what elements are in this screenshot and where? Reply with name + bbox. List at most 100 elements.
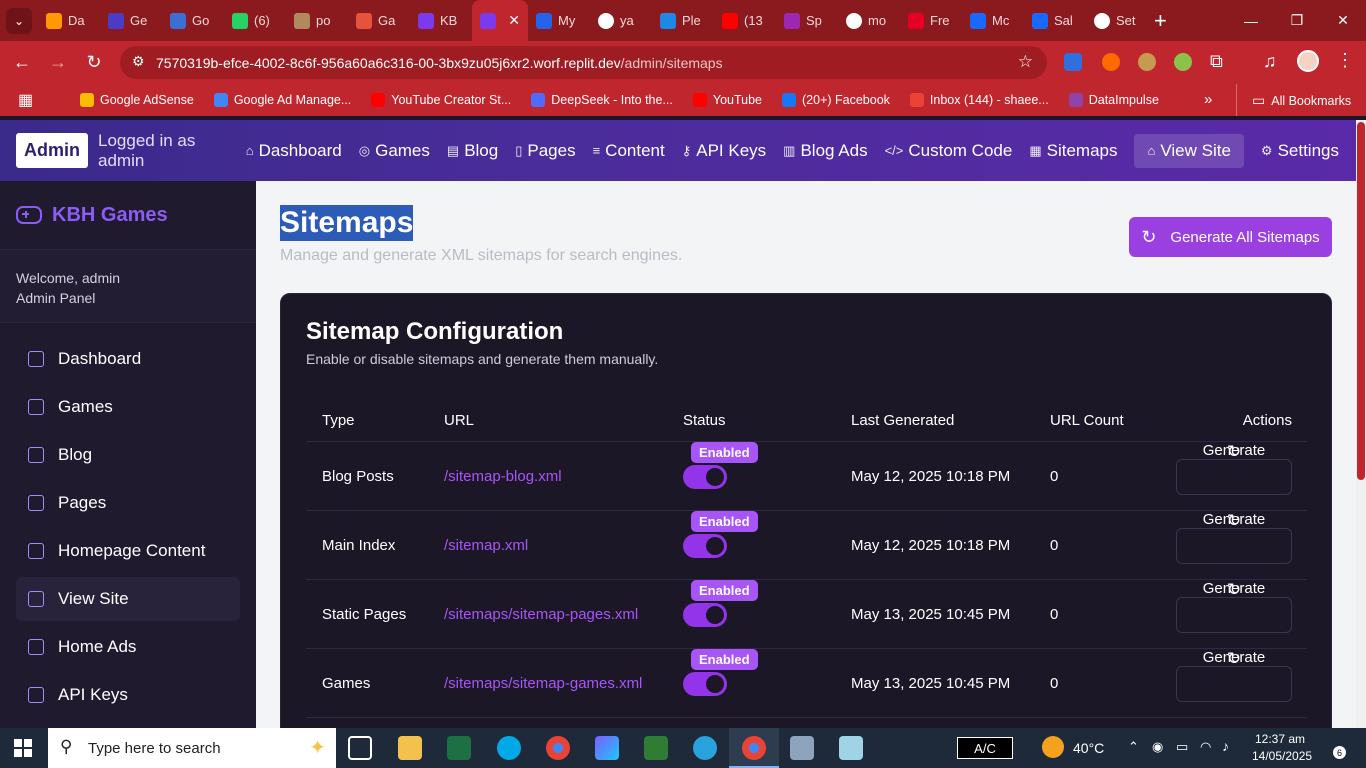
browser-tab[interactable]: Sal (1024, 0, 1086, 41)
sidebar-item-api-keys[interactable]: API Keys (16, 673, 240, 717)
tab-search-button[interactable]: ⌄ (0, 0, 38, 41)
sidebar-item-homepage-content[interactable]: Homepage Content (16, 529, 240, 573)
extensions-puzzle-icon[interactable]: ⧉ (1210, 51, 1223, 72)
browser-tab[interactable]: mo (838, 0, 900, 41)
browser-tab[interactable]: (6) (224, 0, 286, 41)
browser-tab[interactable]: Fre (900, 0, 962, 41)
browser-tab[interactable]: My (528, 0, 590, 41)
volume-icon[interactable]: ♪ (1222, 738, 1229, 754)
sidebar-item-blog[interactable]: Blog (16, 433, 240, 477)
media-control-icon[interactable]: ♫ (1263, 51, 1277, 72)
battery-icon[interactable]: ▭ (1176, 739, 1188, 755)
file-explorer-icon[interactable] (398, 736, 422, 760)
browser-tab[interactable]: Set (1086, 0, 1148, 41)
header-nav-api-keys[interactable]: ⚷ API Keys (682, 141, 766, 161)
header-nav-custom-code[interactable]: </> Custom Code (885, 141, 1013, 161)
header-nav-content[interactable]: ≡ Content (593, 141, 665, 161)
wifi-icon[interactable]: ◠ (1200, 739, 1211, 755)
browser-tab[interactable]: ya (590, 0, 652, 41)
browser-tab[interactable]: Sp (776, 0, 838, 41)
menu-kebab-icon[interactable]: ⋮ (1336, 50, 1354, 71)
chrome-icon[interactable] (546, 736, 570, 760)
sidebar-item-games[interactable]: Games (16, 385, 240, 429)
chrome-profile-icon[interactable] (742, 736, 766, 760)
weather-icon[interactable] (1042, 736, 1064, 758)
header-nav-settings[interactable]: ⚙ Settings (1261, 141, 1339, 161)
site-info-icon[interactable]: ⚙ (132, 53, 145, 70)
browser-tab[interactable]: Ple (652, 0, 714, 41)
app-oo-icon[interactable] (644, 736, 668, 760)
sidebar-item-dashboard[interactable]: Dashboard (16, 337, 240, 381)
browser-tab[interactable]: Go (162, 0, 224, 41)
notifications-icon[interactable]: 6 (1324, 737, 1346, 759)
close-icon[interactable]: ✕ (508, 12, 520, 29)
generate-button[interactable]: ↻ Generate (1176, 580, 1292, 633)
windows-start-icon[interactable] (14, 739, 32, 757)
header-nav-dashboard[interactable]: ⌂ Dashboard (246, 141, 342, 161)
browser-tab[interactable]: Mc (962, 0, 1024, 41)
all-bookmarks[interactable]: ▭ All Bookmarks (1252, 92, 1351, 109)
back-button[interactable]: ← (4, 45, 40, 81)
ac-indicator[interactable]: A/C (957, 737, 1013, 759)
bookmark-item[interactable]: DeepSeek - Into the... (531, 93, 673, 107)
star-icon[interactable]: ☆ (1018, 52, 1033, 72)
browser-tab[interactable]: po (286, 0, 348, 41)
browser-tab[interactable]: KB (410, 0, 472, 41)
new-tab-button[interactable]: + (1154, 8, 1167, 34)
extension-iq-icon[interactable] (1064, 53, 1082, 71)
excel-icon[interactable] (447, 736, 471, 760)
address-bar[interactable]: ⚙ 7570319b-efce-4002-8c6f-956a60a6c316-0… (120, 46, 1047, 79)
scrollbar-thumb[interactable] (1357, 122, 1365, 480)
reload-button[interactable]: ↻ (76, 45, 112, 81)
status-toggle[interactable] (683, 602, 727, 627)
browser-tab[interactable]: Ge (100, 0, 162, 41)
brand[interactable]: KBH Games (0, 181, 256, 250)
minimize-button[interactable]: — (1228, 0, 1274, 41)
maximize-button[interactable]: ❐ (1274, 0, 1320, 41)
task-view-icon[interactable] (348, 736, 372, 760)
extension-fox-icon[interactable] (1102, 53, 1120, 71)
status-toggle[interactable] (683, 533, 727, 558)
control-panel-icon[interactable] (790, 736, 814, 760)
telegram-icon[interactable] (693, 736, 717, 760)
bookmark-item[interactable]: Google AdSense (80, 93, 194, 107)
extension-cookie-icon[interactable] (1138, 53, 1156, 71)
vpn-icon[interactable] (595, 736, 619, 760)
skype-icon[interactable] (497, 736, 521, 760)
more-bookmarks-icon[interactable]: » (1204, 91, 1212, 108)
url-cell[interactable]: /sitemaps/sitemap-pages.xml (444, 580, 638, 649)
status-toggle[interactable] (683, 464, 727, 489)
generate-button[interactable]: ↻ Generate (1176, 511, 1292, 564)
bookmark-item[interactable]: YouTube (692, 93, 762, 107)
bookmark-item[interactable]: Inbox (144) - shaee... (909, 93, 1049, 107)
apps-grid-icon[interactable]: ▦ (18, 90, 38, 110)
url-cell[interactable]: /sitemap.xml (444, 511, 528, 580)
header-nav-view-site[interactable]: ⌂ View Site (1134, 133, 1244, 168)
forward-button[interactable]: → (40, 45, 76, 81)
chevron-up-icon[interactable]: ⌃ (1128, 739, 1139, 755)
generate-all-sitemaps-button[interactable]: ↻ Generate All Sitemaps (1129, 217, 1332, 257)
bookmark-item[interactable]: YouTube Creator St... (371, 93, 511, 107)
generate-button[interactable]: ↻ Generate (1176, 442, 1292, 495)
profile-avatar[interactable] (1297, 50, 1319, 72)
sidebar-item-view-site[interactable]: View Site (16, 577, 240, 621)
sidebar-item-home-ads[interactable]: Home Ads (16, 625, 240, 669)
header-nav-sitemaps[interactable]: ▦ Sitemaps (1029, 141, 1117, 161)
header-nav-blog[interactable]: ▤ Blog (447, 141, 498, 161)
camera-icon[interactable]: ◉ (1152, 739, 1163, 755)
taskbar-search-input[interactable]: ⚲ Type here to search ✦ (48, 728, 336, 768)
url-cell[interactable]: /sitemaps/sitemap-games.xml (444, 649, 642, 718)
clock[interactable]: 12:37 am 14/05/2025 (1252, 732, 1312, 763)
status-toggle[interactable] (683, 671, 727, 696)
header-nav-games[interactable]: ◎ Games (359, 141, 430, 161)
extension-colorful-icon[interactable] (1174, 53, 1192, 71)
generate-button[interactable]: ↻ Generate (1176, 649, 1292, 702)
header-nav-blog-ads[interactable]: ▥ Blog Ads (783, 141, 867, 161)
close-window-button[interactable]: ✕ (1320, 0, 1366, 41)
browser-tab[interactable]: Da (38, 0, 100, 41)
bookmark-item[interactable]: DataImpulse (1068, 93, 1159, 107)
header-nav-pages[interactable]: ▯ Pages (515, 141, 575, 161)
notepad-icon[interactable] (839, 736, 863, 760)
sidebar-item-pages[interactable]: Pages (16, 481, 240, 525)
browser-tab[interactable]: Ga (348, 0, 410, 41)
